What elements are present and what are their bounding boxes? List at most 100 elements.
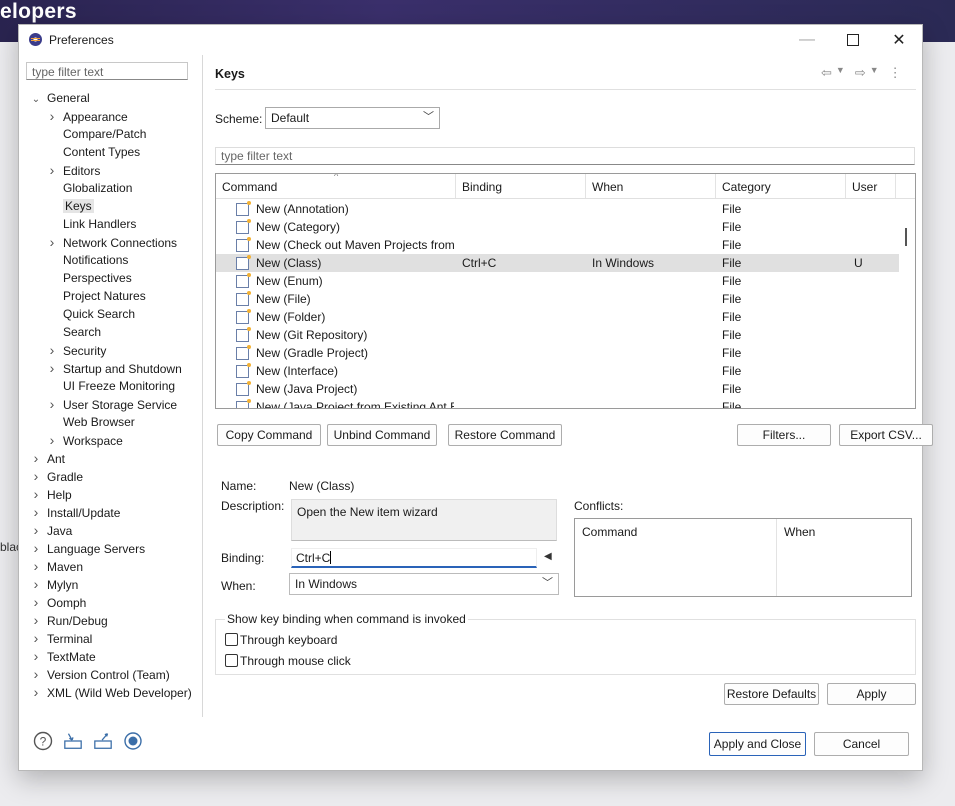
- chevron-right-icon[interactable]: ›: [29, 629, 43, 647]
- chevron-right-icon[interactable]: ›: [29, 611, 43, 629]
- tree-item[interactable]: › Version Control (Team): [29, 665, 170, 683]
- tree-item[interactable]: › TextMate: [29, 647, 96, 665]
- table-row[interactable]: New (Class) Ctrl+C In Windows File U: [216, 254, 899, 272]
- filters-button[interactable]: Filters...: [737, 424, 831, 446]
- tree-item[interactable]: UI Freeze Monitoring: [45, 377, 175, 395]
- tree-item[interactable]: › XML (Wild Web Developer): [29, 683, 192, 701]
- minimize-button[interactable]: —: [784, 25, 830, 55]
- view-menu-icon[interactable]: ⋮: [889, 65, 902, 81]
- chevron-right-icon[interactable]: ›: [29, 665, 43, 683]
- chevron-right-icon[interactable]: ›: [45, 341, 59, 359]
- chevron-right-icon[interactable]: ›: [45, 107, 59, 125]
- chevron-right-icon[interactable]: ›: [29, 683, 43, 701]
- tree-item[interactable]: Notifications: [45, 251, 128, 269]
- unbind-command-button[interactable]: Unbind Command: [327, 424, 437, 446]
- table-scrollbar[interactable]: [905, 228, 907, 246]
- table-row[interactable]: New (Category) File: [216, 218, 899, 236]
- tree-item[interactable]: Globalization: [45, 179, 132, 197]
- tree-item[interactable]: Compare/Patch: [45, 125, 146, 143]
- tree-item[interactable]: › Mylyn: [29, 575, 79, 593]
- tree-item[interactable]: › Install/Update: [29, 503, 121, 521]
- copy-command-button[interactable]: Copy Command: [217, 424, 321, 446]
- chevron-right-icon[interactable]: ›: [29, 575, 43, 593]
- tree-item[interactable]: › Language Servers: [29, 539, 145, 557]
- restore-command-button[interactable]: Restore Command: [448, 424, 562, 446]
- column-category[interactable]: Category: [716, 174, 846, 198]
- chevron-right-icon[interactable]: ›: [29, 449, 43, 467]
- conflicts-column-when[interactable]: When: [777, 519, 911, 596]
- close-button[interactable]: ✕: [876, 25, 922, 55]
- record-icon[interactable]: [123, 731, 143, 751]
- chevron-right-icon[interactable]: ›: [29, 557, 43, 575]
- apply-button[interactable]: Apply: [827, 683, 916, 705]
- restore-defaults-button[interactable]: Restore Defaults: [724, 683, 819, 705]
- table-row[interactable]: New (Java Project from Existing Ant Bu Fi…: [216, 398, 899, 408]
- tree-item[interactable]: › Workspace: [45, 431, 123, 449]
- tree-item[interactable]: Search: [45, 323, 101, 341]
- apply-and-close-button[interactable]: Apply and Close: [709, 732, 806, 756]
- tree-item[interactable]: Content Types: [45, 143, 140, 161]
- tree-filter-input[interactable]: type filter text: [26, 62, 188, 80]
- through-mouse-label[interactable]: Through mouse click: [240, 654, 351, 668]
- tree-item[interactable]: › Startup and Shutdown: [45, 359, 182, 377]
- chevron-down-icon[interactable]: ⌄: [29, 91, 43, 109]
- tree-item[interactable]: › Editors: [45, 161, 101, 179]
- chevron-right-icon[interactable]: ›: [29, 503, 43, 521]
- tree-item[interactable]: › Security: [45, 341, 107, 359]
- binding-menu-icon[interactable]: ◀: [544, 551, 552, 562]
- column-when[interactable]: When: [586, 174, 716, 198]
- chevron-right-icon[interactable]: ›: [29, 647, 43, 665]
- chevron-right-icon[interactable]: ›: [45, 233, 59, 251]
- table-row[interactable]: New (File) File: [216, 290, 899, 308]
- column-user[interactable]: User: [846, 174, 896, 198]
- tree-item[interactable]: › Oomph: [29, 593, 87, 611]
- chevron-right-icon[interactable]: ›: [45, 161, 59, 179]
- table-row[interactable]: New (Java Project) File: [216, 380, 899, 398]
- table-row[interactable]: New (Gradle Project) File: [216, 344, 899, 362]
- table-row[interactable]: New (Folder) File: [216, 308, 899, 326]
- table-row[interactable]: New (Enum) File: [216, 272, 899, 290]
- column-binding[interactable]: Binding: [456, 174, 586, 198]
- tree-item[interactable]: Project Natures: [45, 287, 146, 305]
- tree-item[interactable]: › Network Connections: [45, 233, 177, 251]
- tree-item[interactable]: Keys: [45, 197, 94, 215]
- table-row[interactable]: New (Check out Maven Projects from File: [216, 236, 899, 254]
- tree-item[interactable]: Link Handlers: [45, 215, 136, 233]
- tree-item[interactable]: Quick Search: [45, 305, 135, 323]
- command-filter-input[interactable]: type filter text: [215, 147, 915, 165]
- chevron-right-icon[interactable]: ›: [29, 539, 43, 557]
- tree-item[interactable]: › Appearance: [45, 107, 128, 125]
- tree-item[interactable]: › Help: [29, 485, 72, 503]
- tree-item[interactable]: Perspectives: [45, 269, 132, 287]
- tree-item[interactable]: › Run/Debug: [29, 611, 108, 629]
- chevron-right-icon[interactable]: ›: [29, 521, 43, 539]
- tree-item[interactable]: › Terminal: [29, 629, 93, 647]
- chevron-right-icon[interactable]: ›: [45, 359, 59, 377]
- maximize-button[interactable]: [830, 25, 876, 55]
- tree-item[interactable]: Web Browser: [45, 413, 135, 431]
- conflicts-column-command[interactable]: Command: [575, 519, 777, 596]
- table-row[interactable]: New (Git Repository) File: [216, 326, 899, 344]
- through-mouse-checkbox[interactable]: [225, 654, 238, 667]
- through-keyboard-label[interactable]: Through keyboard: [240, 633, 337, 647]
- chevron-right-icon[interactable]: ›: [45, 395, 59, 413]
- table-row[interactable]: New (Interface) File: [216, 362, 899, 380]
- tree-item[interactable]: › User Storage Service: [45, 395, 177, 413]
- chevron-right-icon[interactable]: ›: [29, 485, 43, 503]
- tree-item[interactable]: › Java: [29, 521, 73, 539]
- scheme-select[interactable]: Default ﹀: [265, 107, 440, 129]
- binding-input[interactable]: Ctrl+C: [291, 548, 537, 568]
- cancel-button[interactable]: Cancel: [814, 732, 909, 756]
- through-keyboard-checkbox[interactable]: [225, 633, 238, 646]
- export-csv-button[interactable]: Export CSV...: [839, 424, 933, 446]
- when-select[interactable]: In Windows ﹀: [289, 573, 559, 595]
- chevron-right-icon[interactable]: ›: [29, 593, 43, 611]
- title-bar[interactable]: Preferences — ✕: [19, 25, 922, 55]
- help-icon[interactable]: ?: [33, 731, 53, 751]
- forward-menu-icon[interactable]: ▼: [870, 65, 879, 81]
- chevron-right-icon[interactable]: ›: [29, 467, 43, 485]
- forward-icon[interactable]: ⇨: [855, 65, 866, 81]
- tree-item[interactable]: › Maven: [29, 557, 83, 575]
- chevron-right-icon[interactable]: ›: [45, 431, 59, 449]
- tree-item[interactable]: ⌄ General: [29, 89, 90, 107]
